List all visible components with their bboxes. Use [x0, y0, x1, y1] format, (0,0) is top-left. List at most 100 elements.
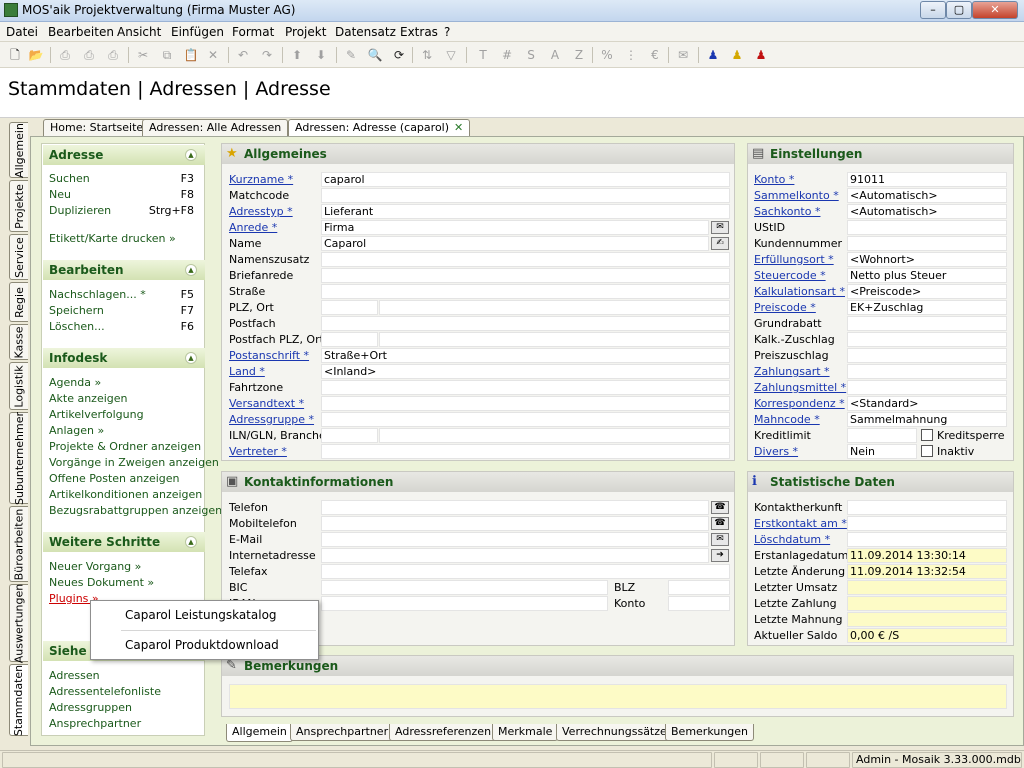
nav-neu[interactable]: Neu — [49, 188, 71, 201]
open-folder-icon[interactable]: 📂 — [27, 46, 45, 64]
move-up-icon[interactable]: ⬆ — [288, 46, 306, 64]
outline-numbering-icon[interactable]: ⋮ — [622, 46, 640, 64]
nav-ansprechpartner[interactable]: Ansprechpartner — [49, 717, 141, 730]
field-adressgruppe[interactable] — [321, 412, 730, 427]
move-down-icon[interactable]: ⬇ — [312, 46, 330, 64]
field-korrespondenz[interactable]: <Standard> — [847, 396, 1007, 411]
label-postanschrift[interactable]: Postanschrift * — [229, 349, 309, 362]
checkbox-kreditsperre[interactable] — [921, 429, 933, 441]
nav-bezugsrabattgruppen[interactable]: Bezugsrabattgruppen anzeigen — [49, 504, 222, 517]
side-tab-allgemein[interactable]: Allgemein — [9, 122, 28, 178]
side-tab-bueroarbeiten[interactable]: Büroarbeiten — [9, 506, 28, 582]
cut-icon[interactable]: ✂ — [134, 46, 152, 64]
nav-adressen[interactable]: Adressen — [49, 669, 100, 682]
label-mahncode[interactable]: Mahncode * — [754, 413, 820, 426]
field-preiscode[interactable]: EK+Zuschlag — [847, 300, 1007, 315]
nav-section-weitere-schritte[interactable]: Weitere Schritte ▲ — [43, 532, 205, 552]
field-straße[interactable] — [321, 284, 730, 299]
a-format-icon[interactable]: A — [546, 46, 564, 64]
field-kreditlimit[interactable] — [847, 428, 917, 443]
menu-bearbeiten[interactable]: Bearbeiten — [48, 25, 114, 39]
nav-adressentelefonliste[interactable]: Adressentelefonliste — [49, 685, 161, 698]
field-steuercode[interactable]: Netto plus Steuer — [847, 268, 1007, 283]
side-tab-logistik[interactable]: Logistik — [9, 362, 28, 410]
nav-vorgaenge-zweige[interactable]: Vorgänge in Zweigen anzeigen — [49, 456, 219, 469]
close-tab-icon[interactable]: ✕ — [454, 121, 463, 134]
nav-adressgruppen[interactable]: Adressgruppen — [49, 701, 132, 714]
label-adresstyp[interactable]: Adresstyp * — [229, 205, 293, 218]
side-tab-service[interactable]: Service — [9, 234, 28, 280]
mail-icon[interactable]: ✉ — [674, 46, 692, 64]
number-format-icon[interactable]: # — [498, 46, 516, 64]
bottom-tab-ansprechpartner[interactable]: Ansprechpartner — [290, 724, 395, 741]
field-adresstyp[interactable]: Lieferant — [321, 204, 730, 219]
label-preiscode[interactable]: Preiscode * — [754, 301, 816, 314]
lookup-icon[interactable]: 🔍 — [366, 46, 384, 64]
field-konto[interactable]: 91011 — [847, 172, 1007, 187]
nav-neues-dokument[interactable]: Neues Dokument » — [49, 576, 154, 589]
collapse-icon[interactable]: ▲ — [185, 149, 197, 161]
field-iln-gln-branche-part2[interactable] — [379, 428, 730, 443]
field-kalkulationsart[interactable]: <Preiscode> — [847, 284, 1007, 299]
field-postfach[interactable] — [321, 316, 730, 331]
field-briefanrede[interactable] — [321, 268, 730, 283]
label-anrede[interactable]: Anrede * — [229, 221, 277, 234]
letter-icon[interactable]: ✉ — [711, 221, 729, 234]
field-plz-ort-part2[interactable] — [379, 300, 730, 315]
edit-pen-icon[interactable]: ✎ — [342, 46, 360, 64]
menu-item-caparol-leistungskatalog[interactable]: Caparol Leistungskatalog — [125, 608, 277, 622]
paste-icon[interactable]: 📋 — [182, 46, 200, 64]
z-format-icon[interactable]: Z — [570, 46, 588, 64]
field-e-mail[interactable] — [321, 532, 709, 547]
nav-offene-posten[interactable]: Offene Posten anzeigen — [49, 472, 180, 485]
field-name[interactable]: Caparol — [321, 236, 709, 251]
close-button[interactable]: ✕ — [972, 1, 1018, 19]
label-zahlungsart[interactable]: Zahlungsart * — [754, 365, 830, 378]
bottom-tab-merkmale[interactable]: Merkmale — [492, 724, 559, 741]
field-telefax[interactable] — [321, 564, 730, 579]
user-red-icon[interactable]: ♟ — [752, 46, 770, 64]
bottom-tab-verrechnungssaetze[interactable]: Verrechnungssätze — [556, 724, 673, 741]
refresh-icon[interactable]: ⟳ — [390, 46, 408, 64]
nav-section-bearbeiten[interactable]: Bearbeiten ▲ — [43, 260, 205, 280]
undo-icon[interactable]: ↶ — [234, 46, 252, 64]
field-kurzname[interactable]: caparol — [321, 172, 730, 187]
field-kundennummer[interactable] — [847, 236, 1007, 251]
field-preiszuschlag[interactable] — [847, 348, 1007, 363]
field-vertreter[interactable] — [321, 444, 730, 459]
label-konto[interactable]: Konto * — [754, 173, 794, 186]
page-setup-icon[interactable]: ⎙ — [104, 46, 122, 64]
s-format-icon[interactable]: S — [522, 46, 540, 64]
bemerkungen-textarea[interactable] — [229, 684, 1007, 709]
bottom-tab-allgemein[interactable]: Allgemein — [226, 724, 293, 742]
menu-datensatz[interactable]: Datensatz — [335, 25, 396, 39]
label-vertreter[interactable]: Vertreter * — [229, 445, 287, 458]
field-postfach-plz-ort-part1[interactable] — [321, 332, 378, 347]
user-yellow-icon[interactable]: ♟ — [728, 46, 746, 64]
field-land[interactable]: <Inland> — [321, 364, 730, 379]
field-anrede[interactable]: Firma — [321, 220, 709, 235]
text-format-icon[interactable]: T — [474, 46, 492, 64]
collapse-icon[interactable]: ▲ — [185, 536, 197, 548]
copy-icon[interactable]: ⧉ — [158, 46, 176, 64]
label-zahlungsmittel[interactable]: Zahlungsmittel * — [754, 381, 846, 394]
label-sammelkonto[interactable]: Sammelkonto * — [754, 189, 839, 202]
tab-adresse-caparol[interactable]: Adressen: Adresse (caparol) ✕ — [288, 119, 471, 137]
label-kurzname[interactable]: Kurzname * — [229, 173, 293, 186]
new-document-icon[interactable]: 🗋 — [6, 46, 24, 64]
maximize-button[interactable]: ▢ — [946, 1, 972, 19]
label-korrespondenz[interactable]: Korrespondenz * — [754, 397, 845, 410]
field-zahlungsmittel[interactable] — [847, 380, 1007, 395]
menu-item-caparol-produktdownload[interactable]: Caparol Produktdownload — [125, 638, 279, 652]
field-ustid[interactable] — [847, 220, 1007, 235]
field-iban[interactable] — [321, 596, 608, 611]
field-iln-gln-branche-part1[interactable] — [321, 428, 378, 443]
nav-nachschlagen[interactable]: Nachschlagen... * — [49, 288, 146, 301]
redo-icon[interactable]: ↷ — [258, 46, 276, 64]
print-preview-icon[interactable]: ⎙ — [80, 46, 98, 64]
field-löschdatum[interactable] — [847, 532, 1007, 547]
nav-speichern[interactable]: Speichern — [49, 304, 104, 317]
nav-artikelverfolgung[interactable]: Artikelverfolgung — [49, 408, 144, 421]
label-löschdatum[interactable]: Löschdatum * — [754, 533, 830, 546]
nav-duplizieren[interactable]: Duplizieren — [49, 204, 111, 217]
